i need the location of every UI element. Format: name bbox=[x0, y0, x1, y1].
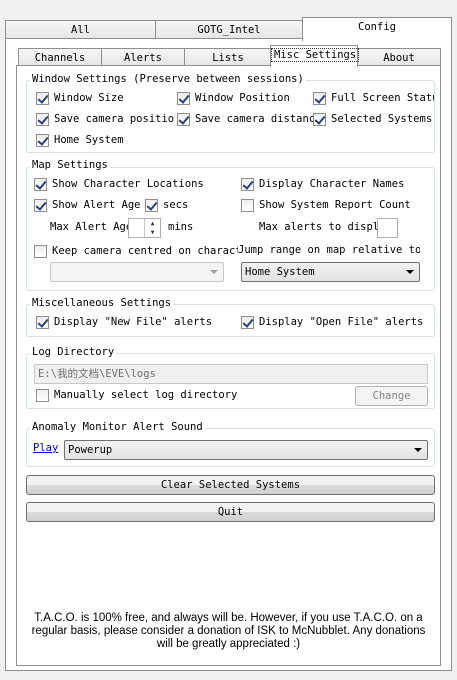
log-directory-title: Log Directory bbox=[30, 346, 117, 358]
full-screen-status-checkbox[interactable]: Full Screen Status bbox=[313, 91, 434, 105]
quit-button[interactable]: Quit bbox=[26, 502, 435, 522]
tab-alerts-label: Alerts bbox=[124, 52, 162, 64]
tab-lists-label: Lists bbox=[212, 52, 244, 64]
change-log-directory-button[interactable]: Change bbox=[355, 386, 428, 406]
tab-all-label: All bbox=[71, 24, 90, 36]
max-alerts-input[interactable] bbox=[377, 218, 398, 238]
spin-up-icon[interactable]: ▲ bbox=[145, 219, 160, 228]
log-directory-value: E:\我的文档\EVE\logs bbox=[38, 368, 156, 380]
selected-systems-checkbox[interactable]: Selected Systems bbox=[313, 112, 432, 126]
checkbox-box bbox=[241, 315, 254, 329]
checkbox-box bbox=[241, 177, 254, 191]
checkbox-box bbox=[36, 133, 49, 147]
secs-checkbox[interactable]: secs bbox=[145, 198, 188, 212]
checkbox-box bbox=[34, 198, 47, 212]
checkbox-box bbox=[241, 198, 254, 212]
display-new-file-alerts-checkbox[interactable]: Display "New File" alerts bbox=[36, 315, 212, 329]
max-alert-age-label: Max Alert Age bbox=[50, 221, 130, 233]
checkbox-box bbox=[145, 198, 158, 212]
tab-misc-settings[interactable]: Misc Settings bbox=[270, 45, 360, 67]
misc-settings-title: Miscellaneous Settings bbox=[30, 297, 174, 309]
show-system-report-count-checkbox[interactable]: Show System Report Count bbox=[241, 198, 411, 212]
max-alert-age-spinner[interactable]: ▲ ▼ bbox=[144, 219, 160, 237]
display-open-file-alerts-checkbox[interactable]: Display "Open File" alerts bbox=[241, 315, 423, 329]
save-camera-distance-checkbox[interactable]: Save camera distance bbox=[177, 112, 313, 126]
checkbox-box bbox=[36, 315, 49, 329]
jump-range-select[interactable]: Home System bbox=[241, 262, 420, 282]
home-system-checkbox[interactable]: Home System bbox=[36, 133, 124, 147]
checkbox-box bbox=[34, 244, 47, 258]
window-size-checkbox[interactable]: Window Size bbox=[36, 91, 124, 105]
play-sound-link[interactable]: Play bbox=[33, 441, 58, 455]
checkbox-box bbox=[36, 112, 49, 126]
checkbox-box bbox=[36, 91, 49, 105]
display-character-names-checkbox[interactable]: Display Character Names bbox=[241, 177, 404, 191]
donation-footer-text: T.A.C.O. is 100% free, and always will b… bbox=[31, 612, 426, 650]
jump-range-label: Jump range on map relative to: bbox=[238, 244, 420, 256]
show-character-locations-checkbox[interactable]: Show Character Locations bbox=[34, 177, 204, 191]
tab-channels-label: Channels bbox=[34, 52, 86, 64]
log-directory-input[interactable]: E:\我的文档\EVE\logs bbox=[34, 364, 428, 384]
window-position-checkbox[interactable]: Window Position bbox=[177, 91, 290, 105]
checkbox-box bbox=[177, 112, 190, 126]
mins-label: mins bbox=[168, 221, 194, 233]
tab-gotg-intel-label: GOTG_Intel bbox=[197, 24, 261, 36]
character-select[interactable] bbox=[50, 262, 224, 282]
checkbox-box bbox=[313, 91, 326, 105]
show-alert-age-checkbox[interactable]: Show Alert Age bbox=[34, 198, 142, 212]
tab-config[interactable]: Config bbox=[302, 17, 452, 41]
max-alerts-label: Max alerts to display bbox=[259, 221, 380, 233]
anomaly-sound-title: Anomaly Monitor Alert Sound bbox=[30, 421, 205, 433]
tab-misc-settings-label: Misc Settings bbox=[271, 48, 360, 62]
alert-sound-value: Powerup bbox=[68, 444, 113, 456]
map-settings-title: Map Settings bbox=[30, 159, 110, 171]
checkbox-box bbox=[34, 177, 47, 191]
chevron-down-icon bbox=[414, 448, 422, 452]
jump-range-select-value: Home System bbox=[245, 266, 315, 278]
keep-camera-centred-checkbox[interactable]: Keep camera centred on character bbox=[34, 244, 238, 258]
tab-about-label: About bbox=[383, 52, 415, 64]
window-settings-title: Window Settings (Preserve between sessio… bbox=[30, 73, 306, 85]
checkbox-box bbox=[313, 112, 326, 126]
manual-select-log-directory-checkbox[interactable]: Manually select log directory bbox=[36, 388, 237, 402]
tab-config-label: Config bbox=[358, 21, 396, 33]
save-camera-position-checkbox[interactable]: Save camera position bbox=[36, 112, 174, 126]
chevron-down-icon bbox=[210, 270, 218, 274]
chevron-down-icon bbox=[406, 270, 414, 274]
checkbox-box bbox=[36, 388, 49, 402]
spin-down-icon[interactable]: ▼ bbox=[145, 228, 160, 237]
checkbox-box bbox=[177, 91, 190, 105]
alert-sound-select[interactable]: Powerup bbox=[64, 440, 428, 460]
clear-selected-systems-button[interactable]: Clear Selected Systems bbox=[26, 475, 435, 495]
max-alert-age-input[interactable]: ▲ ▼ bbox=[128, 218, 161, 238]
